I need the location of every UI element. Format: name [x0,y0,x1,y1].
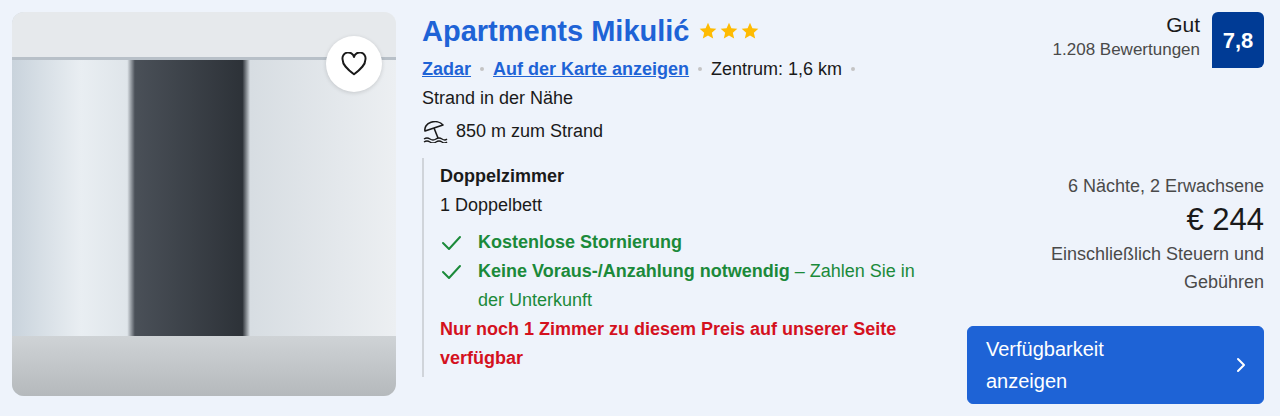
chevron-right-icon [1235,356,1247,374]
bed-type: 1 Doppelbett [440,191,916,220]
review-count: 1.208 Bewertungen [1053,37,1200,63]
star-icon [698,21,718,41]
beach-note: Strand in der Nähe [422,86,967,111]
price: € 244 [1186,200,1264,240]
property-photo[interactable] [12,12,396,396]
center-distance: Zentrum: 1,6 km [711,57,842,82]
star-icon [740,21,760,41]
favorite-button[interactable] [326,36,382,92]
map-link[interactable]: Auf der Karte anzeigen [493,57,689,82]
beach-umbrella-icon [422,121,448,143]
property-card: Apartments Mikulić Zadar Auf der Karte a… [0,0,1280,416]
benefit-item: Keine Voraus-/Anzahlung notwendig– Zahle… [440,257,916,315]
benefit-item: Kostenlose Stornierung [440,228,916,257]
heart-icon [341,52,367,76]
room-name: Doppelzimmer [440,162,916,191]
beach-distance: 850 m zum Strand [456,119,603,144]
review-label: Gut [1053,12,1200,37]
star-icon [719,21,739,41]
price-note: Einschließlich Steuern und Gebühren [967,240,1264,296]
property-title[interactable]: Apartments Mikulić [422,14,690,49]
scarcity-message: Nur noch 1 Zimmer zu diesem Preis auf un… [440,315,916,373]
review-score[interactable]: Gut 1.208 Bewertungen 7,8 [1053,12,1264,68]
check-icon [440,257,462,286]
stay-summary: 6 Nächte, 2 Erwachsene [1068,172,1264,200]
room-details: Doppelzimmer 1 Doppelbett Kostenlose Sto… [422,158,916,377]
availability-button[interactable]: Verfügbarkeit anzeigen [967,326,1264,404]
star-rating [698,21,760,41]
check-icon [440,228,462,257]
city-link[interactable]: Zadar [422,57,471,82]
score-badge: 7,8 [1212,12,1264,68]
